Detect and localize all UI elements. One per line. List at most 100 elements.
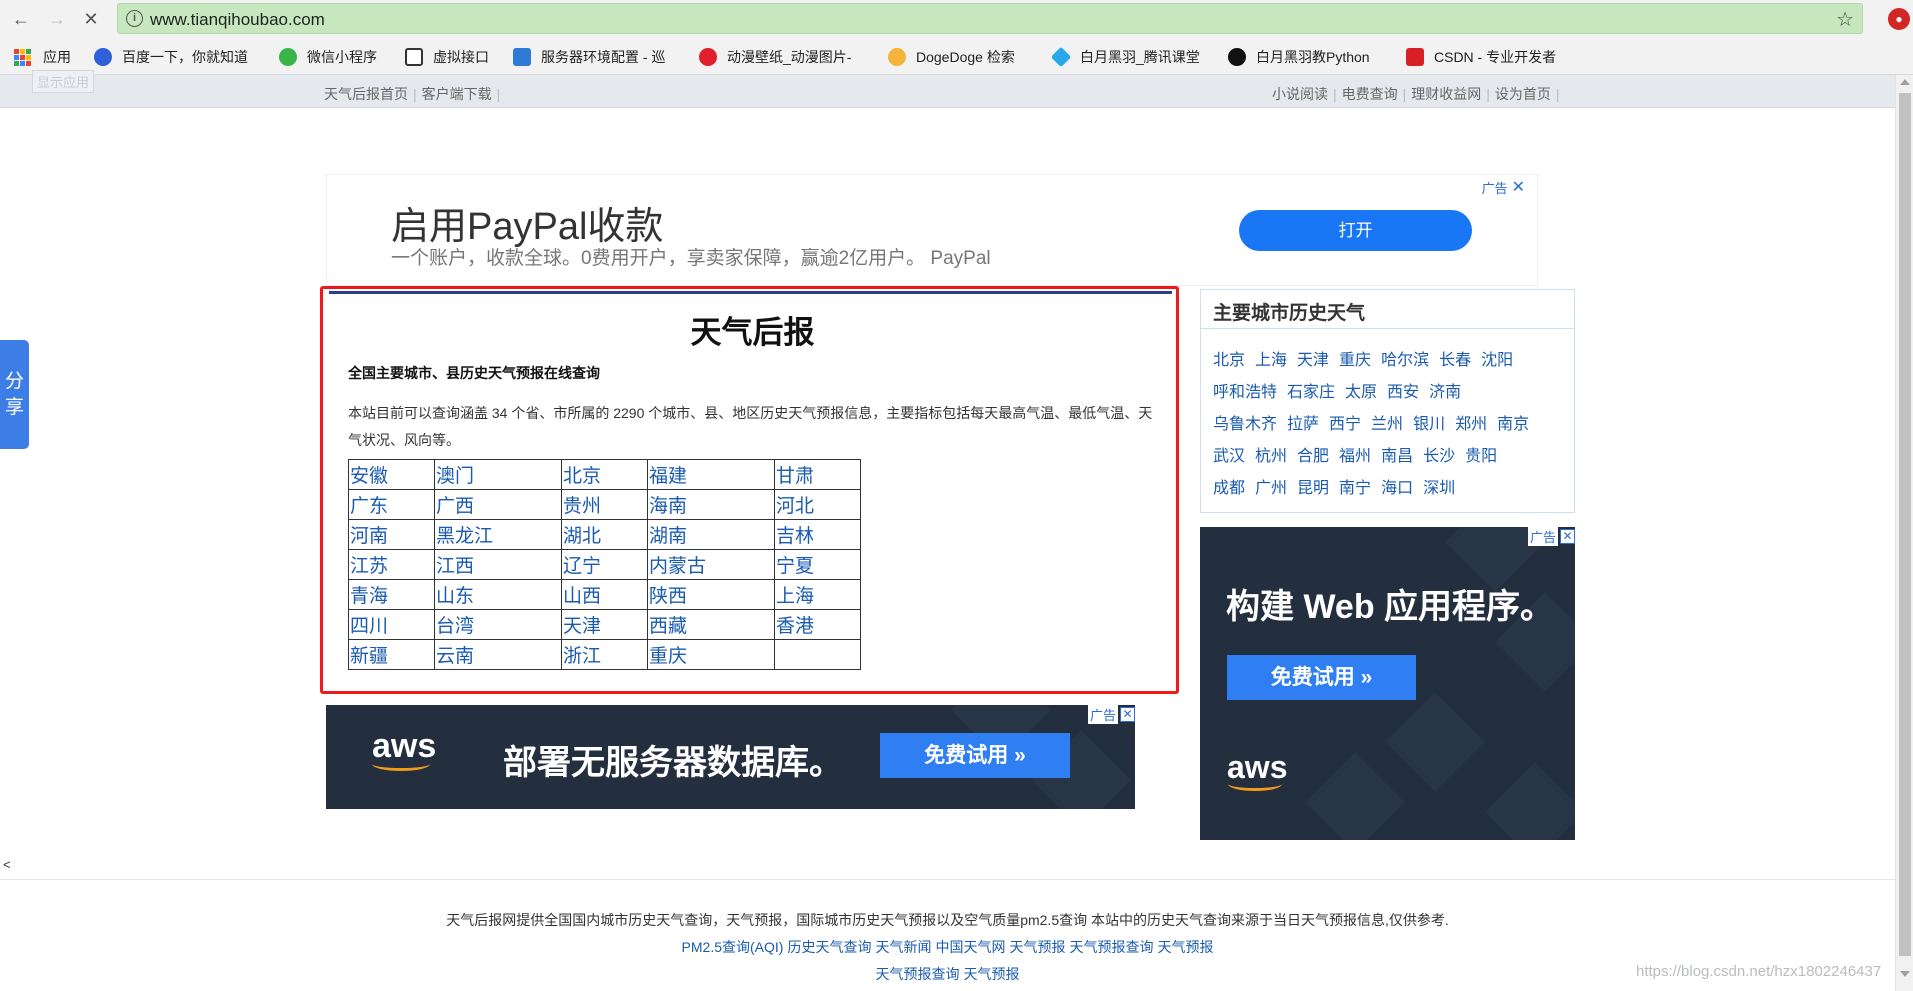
nav-download-link[interactable]: 客户端下载	[422, 86, 492, 102]
province-link[interactable]: 四川	[350, 616, 388, 637]
ad-free-trial-button[interactable]: 免费试用 »	[880, 733, 1070, 778]
footer-link[interactable]: 天气预报	[964, 966, 1020, 982]
province-link[interactable]: 黑龙江	[436, 526, 493, 547]
forward-arrow-icon[interactable]: →	[44, 6, 70, 32]
city-link[interactable]: 南京	[1497, 416, 1529, 433]
city-link[interactable]: 太原	[1345, 384, 1377, 401]
bookmark-server-config[interactable]: 服务器环境配置 - 巡	[513, 47, 683, 67]
city-link[interactable]: 昆明	[1297, 480, 1329, 497]
province-link[interactable]: 西藏	[649, 616, 687, 637]
province-link[interactable]: 天津	[563, 616, 601, 637]
ad-open-button[interactable]: 打开	[1239, 210, 1472, 251]
close-icon[interactable]: ✕	[1560, 529, 1575, 544]
city-link[interactable]: 重庆	[1339, 352, 1371, 369]
city-link[interactable]: 石家庄	[1287, 384, 1335, 401]
city-link[interactable]: 南昌	[1381, 448, 1413, 465]
city-link[interactable]: 兰州	[1371, 416, 1403, 433]
ad-badge[interactable]: 广告 ✕	[1527, 527, 1575, 546]
city-link[interactable]: 济南	[1429, 384, 1461, 401]
province-link[interactable]: 贵州	[563, 496, 601, 517]
collapse-arrow[interactable]: <	[3, 857, 11, 872]
share-button[interactable]: 分 享	[0, 340, 29, 449]
footer-link[interactable]: 天气预报	[1157, 939, 1213, 955]
province-link[interactable]: 台湾	[436, 616, 474, 637]
province-link[interactable]: 宁夏	[776, 556, 814, 577]
province-link[interactable]: 安徽	[350, 466, 388, 487]
city-link[interactable]: 银川	[1413, 416, 1445, 433]
nav-electric-link[interactable]: 电费查询	[1342, 86, 1398, 102]
footer-link[interactable]: 天气预报查询	[876, 966, 960, 982]
city-link[interactable]: 杭州	[1255, 448, 1287, 465]
city-link[interactable]: 广州	[1255, 480, 1287, 497]
province-link[interactable]: 浙江	[563, 646, 601, 667]
aws-ad-right[interactable]: 构建 Web 应用程序。 免费试用 » aws 广告 ✕	[1200, 527, 1575, 840]
province-link[interactable]: 香港	[776, 616, 814, 637]
province-link[interactable]: 海南	[649, 496, 687, 517]
province-link[interactable]: 内蒙古	[649, 556, 706, 577]
nav-set-home-link[interactable]: 设为首页	[1495, 86, 1551, 102]
province-link[interactable]: 上海	[776, 586, 814, 607]
city-link[interactable]: 合肥	[1297, 448, 1329, 465]
footer-link[interactable]: 中国天气网	[935, 939, 1005, 955]
city-link[interactable]: 海口	[1381, 480, 1413, 497]
city-link[interactable]: 长沙	[1423, 448, 1455, 465]
province-link[interactable]: 吉林	[776, 526, 814, 547]
info-icon[interactable]: i	[126, 10, 143, 27]
nav-home-link[interactable]: 天气后报首页	[324, 86, 408, 102]
footer-link[interactable]: 天气预报查询	[1069, 939, 1153, 955]
nav-finance-link[interactable]: 理财收益网	[1411, 86, 1481, 102]
bookmark-mock-api[interactable]: 虚拟接口	[405, 47, 501, 67]
city-link[interactable]: 武汉	[1213, 448, 1245, 465]
province-link[interactable]: 广东	[350, 496, 388, 517]
province-link[interactable]: 江苏	[350, 556, 388, 577]
back-arrow-icon[interactable]: ←	[8, 6, 34, 32]
ad-free-trial-button[interactable]: 免费试用 »	[1227, 655, 1416, 700]
province-link[interactable]: 河南	[350, 526, 388, 547]
province-link[interactable]: 广西	[436, 496, 474, 517]
province-link[interactable]: 山东	[436, 586, 474, 607]
address-bar[interactable]: i www.tianqihoubao.com ☆	[117, 3, 1863, 34]
aws-ad-bottom[interactable]: aws 部署无服务器数据库。 免费试用 » 广告 ✕	[326, 705, 1135, 809]
province-link[interactable]: 云南	[436, 646, 474, 667]
bookmark-dogedoge[interactable]: DogeDoge 检索	[888, 47, 1038, 67]
ad-badge[interactable]: 广告 ✕	[1482, 177, 1525, 197]
city-link[interactable]: 福州	[1339, 448, 1371, 465]
province-link[interactable]: 江西	[436, 556, 474, 577]
bookmark-star-icon[interactable]: ☆	[1836, 7, 1854, 32]
city-link[interactable]: 郑州	[1455, 416, 1487, 433]
bookmark-baidu[interactable]: 百度一下，你就知道	[94, 47, 264, 67]
province-link[interactable]: 河北	[776, 496, 814, 517]
city-link[interactable]: 乌鲁木齐	[1213, 416, 1277, 433]
footer-link[interactable]: 历史天气查询	[787, 939, 871, 955]
paypal-ad-banner[interactable]: 启用PayPal收款 一个账户，收款全球。0费用开户，享卖家保障，赢逾2亿用户。…	[326, 174, 1538, 286]
city-link[interactable]: 拉萨	[1287, 416, 1319, 433]
city-link[interactable]: 北京	[1213, 352, 1245, 369]
city-link[interactable]: 深圳	[1423, 480, 1455, 497]
nav-novel-link[interactable]: 小说阅读	[1272, 86, 1328, 102]
show-apps-button[interactable]: 显示应用	[32, 70, 95, 93]
bookmark-csdn[interactable]: CSDN - 专业开发者	[1406, 47, 1576, 67]
city-link[interactable]: 呼和浩特	[1213, 384, 1277, 401]
bookmark-apps[interactable]: 应用	[14, 47, 71, 67]
city-link[interactable]: 天津	[1297, 352, 1329, 369]
scroll-thumb[interactable]	[1899, 93, 1911, 956]
province-link[interactable]: 陕西	[649, 586, 687, 607]
city-link[interactable]: 成都	[1213, 480, 1245, 497]
province-link[interactable]: 青海	[350, 586, 388, 607]
bookmark-byhy-python[interactable]: 白月黑羽教Python	[1228, 47, 1393, 67]
extension-icon[interactable]: ●	[1888, 8, 1910, 30]
province-link[interactable]: 福建	[649, 466, 687, 487]
scroll-up-arrow-icon[interactable]	[1900, 79, 1910, 85]
bookmark-anime-wallpaper[interactable]: 动漫壁纸_动漫图片-	[699, 47, 874, 67]
close-icon[interactable]: ✕	[1120, 707, 1135, 722]
province-link[interactable]: 重庆	[649, 646, 687, 667]
bookmark-wechat[interactable]: 微信小程序	[279, 47, 391, 67]
city-link[interactable]: 南宁	[1339, 480, 1371, 497]
city-link[interactable]: 西安	[1387, 384, 1419, 401]
city-link[interactable]: 沈阳	[1481, 352, 1513, 369]
bookmark-tencent-class[interactable]: 白月黑羽_腾讯课堂	[1052, 47, 1214, 67]
ad-badge[interactable]: 广告 ✕	[1087, 705, 1135, 724]
city-link[interactable]: 长春	[1439, 352, 1471, 369]
province-link[interactable]: 北京	[563, 466, 601, 487]
close-icon[interactable]: ✕	[1512, 177, 1525, 197]
